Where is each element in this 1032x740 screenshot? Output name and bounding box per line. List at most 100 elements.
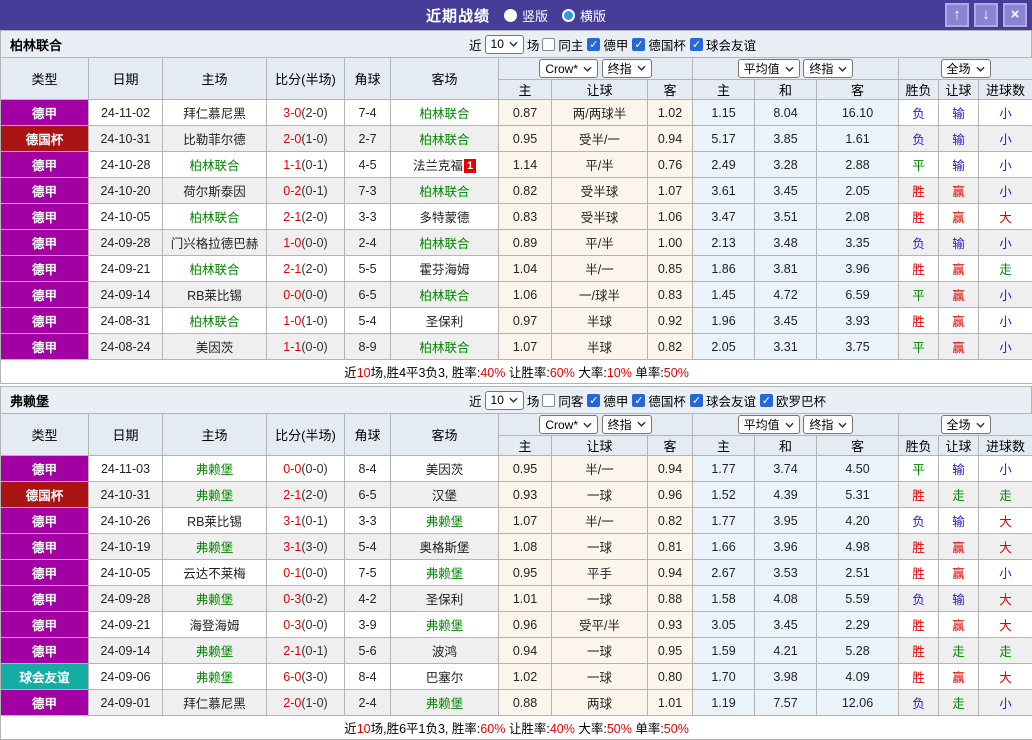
league-type-cell: 德甲	[1, 560, 89, 586]
odds-group-average: 平均值 终指	[693, 58, 899, 80]
average-odds-select[interactable]: 平均值	[738, 415, 800, 434]
goals-result-cell: 小	[979, 178, 1032, 204]
result-cell: 胜	[899, 308, 939, 334]
move-up-button[interactable]: ↑	[945, 3, 969, 27]
away-team-cell[interactable]: 奥格斯堡	[391, 534, 499, 560]
league-type-cell: 德甲	[1, 308, 89, 334]
avg-away-odds-cell: 2.88	[817, 152, 899, 178]
away-team-cell[interactable]: 圣保利	[391, 586, 499, 612]
odds-provider-select[interactable]: Crow*	[539, 415, 598, 434]
avg-home-odds-cell: 2.13	[693, 230, 755, 256]
away-team-cell[interactable]: 汉堡	[391, 482, 499, 508]
home-team-cell[interactable]: 弗赖堡	[163, 482, 267, 508]
away-team-cell[interactable]: 柏林联合	[391, 334, 499, 360]
home-team-cell[interactable]: 门兴格拉德巴赫	[163, 230, 267, 256]
final-odds-select[interactable]: 终指	[602, 59, 652, 78]
result-cell: 平	[899, 334, 939, 360]
recent-count-value: 10	[491, 393, 504, 407]
away-team-cell[interactable]: 柏林联合	[391, 230, 499, 256]
final-odds-select[interactable]: 终指	[602, 415, 652, 434]
away-team-cell[interactable]: 弗赖堡	[391, 690, 499, 716]
home-team-cell[interactable]: 柏林联合	[163, 152, 267, 178]
league-checkbox-checked[interactable]: ✓	[632, 38, 645, 51]
away-team-cell[interactable]: 圣保利	[391, 308, 499, 334]
horizontal-layout-radio[interactable]: 横版	[562, 6, 606, 25]
corners-cell: 2-7	[345, 126, 391, 152]
home-team-cell[interactable]: 弗赖堡	[163, 534, 267, 560]
vertical-layout-radio[interactable]: 竖版	[504, 6, 548, 25]
average-odds-select[interactable]: 平均值	[738, 59, 800, 78]
crow-handicap-cell: 一球	[552, 586, 648, 612]
near-label: 近	[469, 391, 482, 410]
match-row: 德甲24-10-19弗赖堡3-1(3-0)5-4奥格斯堡1.08一球0.811.…	[1, 534, 1032, 560]
league-checkbox-checked[interactable]: ✓	[690, 38, 703, 51]
home-team-cell[interactable]: 拜仁慕尼黑	[163, 100, 267, 126]
league-checkbox-checked[interactable]: ✓	[632, 394, 645, 407]
fulltime-select[interactable]: 全场	[941, 415, 991, 434]
away-team-cell[interactable]: 弗赖堡	[391, 560, 499, 586]
avg-away-odds-cell: 4.98	[817, 534, 899, 560]
handicap-result-cell: 输	[939, 230, 979, 256]
avg-away-odds-cell: 2.29	[817, 612, 899, 638]
home-team-cell[interactable]: 柏林联合	[163, 308, 267, 334]
away-team-cell[interactable]: 柏林联合	[391, 100, 499, 126]
league-filter-checkboxes: 同客✓德甲✓德国杯✓球会友谊✓欧罗巴杯	[542, 387, 827, 413]
away-team-cell[interactable]: 弗赖堡	[391, 612, 499, 638]
away-team-cell[interactable]: 弗赖堡	[391, 508, 499, 534]
recent-count-select[interactable]: 10	[485, 35, 524, 54]
away-team-cell[interactable]: 多特蒙德	[391, 204, 499, 230]
home-team-cell[interactable]: RB莱比锡	[163, 508, 267, 534]
away-team-cell[interactable]: 波鸿	[391, 638, 499, 664]
away-team-cell[interactable]: 法兰克福1	[391, 152, 499, 178]
home-team-cell[interactable]: 比勒菲尔德	[163, 126, 267, 152]
col-result: 胜负	[899, 436, 939, 456]
away-team-cell[interactable]: 柏林联合	[391, 282, 499, 308]
home-team-cell[interactable]: 弗赖堡	[163, 638, 267, 664]
away-team-cell[interactable]: 柏林联合	[391, 126, 499, 152]
score-cell: 1-0(0-0)	[267, 230, 345, 256]
score-cell: 3-1(3-0)	[267, 534, 345, 560]
home-team-cell[interactable]: 荷尔斯泰因	[163, 178, 267, 204]
avg-away-odds-cell: 1.61	[817, 126, 899, 152]
home-team-cell[interactable]: 美因茨	[163, 334, 267, 360]
home-team-cell[interactable]: RB莱比锡	[163, 282, 267, 308]
home-team-cell[interactable]: 弗赖堡	[163, 456, 267, 482]
final-odds-select-2[interactable]: 终指	[803, 415, 853, 434]
league-checkbox[interactable]	[542, 394, 555, 407]
away-team-cell[interactable]: 美因茨	[391, 456, 499, 482]
away-team-cell[interactable]: 巴塞尔	[391, 664, 499, 690]
odds-provider-select[interactable]: Crow*	[539, 59, 598, 78]
league-checkbox-checked[interactable]: ✓	[587, 394, 600, 407]
league-checkbox-checked[interactable]: ✓	[760, 394, 773, 407]
home-team-cell[interactable]: 海登海姆	[163, 612, 267, 638]
home-team-cell[interactable]: 弗赖堡	[163, 664, 267, 690]
crow-home-odds-cell: 0.89	[499, 230, 552, 256]
result-cell: 负	[899, 100, 939, 126]
match-table-union-berlin: 类型 日期 主场 比分(半场) 角球 客场 Crow* 终指 平均值 终指 全场…	[0, 57, 1032, 384]
away-team-cell[interactable]: 柏林联合	[391, 178, 499, 204]
league-checkbox-checked[interactable]: ✓	[587, 38, 600, 51]
crow-handicap-cell: 半球	[552, 334, 648, 360]
home-team-cell[interactable]: 柏林联合	[163, 204, 267, 230]
league-checkbox-checked[interactable]: ✓	[690, 394, 703, 407]
home-team-cell[interactable]: 弗赖堡	[163, 586, 267, 612]
close-button[interactable]: ×	[1003, 3, 1027, 27]
league-checkbox[interactable]	[542, 38, 555, 51]
handicap-result-cell: 走	[939, 690, 979, 716]
corners-cell: 6-5	[345, 482, 391, 508]
result-cell: 胜	[899, 534, 939, 560]
away-team-cell[interactable]: 霍芬海姆	[391, 256, 499, 282]
home-team-cell[interactable]: 柏林联合	[163, 256, 267, 282]
goals-result-cell: 大	[979, 534, 1032, 560]
score-cell: 2-1(2-0)	[267, 256, 345, 282]
move-down-button[interactable]: ↓	[974, 3, 998, 27]
home-team-cell[interactable]: 拜仁慕尼黑	[163, 690, 267, 716]
near-label: 近	[469, 35, 482, 54]
summary-row: 近10场,胜4平3负3, 胜率:40% 让胜率:60% 大率:10% 单率:50…	[1, 360, 1032, 384]
home-team-cell[interactable]: 云达不莱梅	[163, 560, 267, 586]
fulltime-select[interactable]: 全场	[941, 59, 991, 78]
recent-count-select[interactable]: 10	[485, 391, 524, 410]
league-type-cell: 德甲	[1, 612, 89, 638]
col-crow-line: 让球	[552, 436, 648, 456]
final-odds-select-2[interactable]: 终指	[803, 59, 853, 78]
